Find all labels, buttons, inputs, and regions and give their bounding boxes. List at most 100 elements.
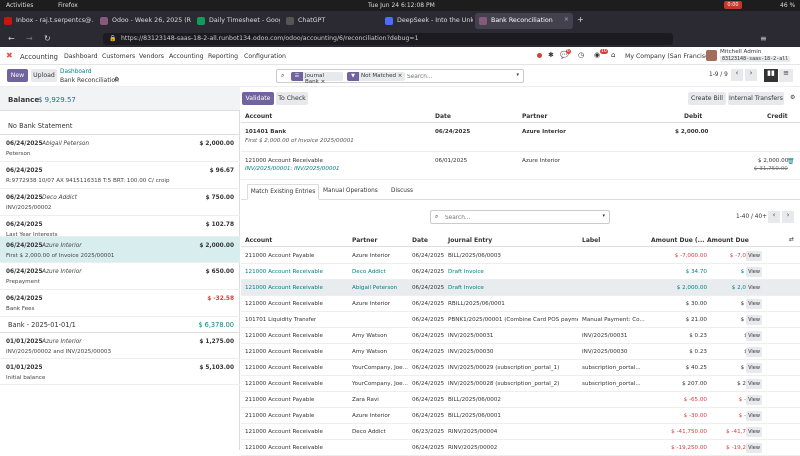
- table-row[interactable]: 211000 Account Payable Azure Interior 06/2…: [241, 408, 800, 424]
- table-row[interactable]: 121000 Account Receivable YourCompany, Jo…: [241, 360, 800, 376]
- new-tab-icon[interactable]: +: [577, 15, 584, 24]
- browser-tab[interactable]: Inbox - raj.t.serpentcs@...: [0, 13, 94, 29]
- reload-icon[interactable]: ↻: [44, 34, 51, 43]
- search-options-toggle[interactable]: ▾: [516, 72, 519, 78]
- close-tab-icon[interactable]: ×: [564, 16, 569, 23]
- view-button[interactable]: View: [746, 251, 762, 261]
- grid-header-due-currency[interactable]: Amount Due (...: [651, 237, 705, 244]
- tab-discuss[interactable]: Discuss: [391, 188, 413, 194]
- table-row[interactable]: 121000 Account Receivable Deco Addict 06/2…: [241, 424, 800, 440]
- back-icon[interactable]: ←: [8, 34, 15, 43]
- grid-header-date[interactable]: Date: [412, 237, 428, 244]
- user-name[interactable]: Mitchell Admin: [720, 49, 761, 55]
- view-button[interactable]: View: [746, 283, 762, 293]
- clock[interactable]: Tue Jun 24 6:12:08 PM: [368, 2, 435, 9]
- view-button[interactable]: View: [746, 315, 762, 325]
- browser-tab[interactable]: Bank Reconciliation ×: [475, 13, 573, 29]
- statement-line[interactable]: 06/24/2025 Azure Interior $ 650.00 Prepayme…: [0, 263, 240, 290]
- pager-prev-icon[interactable]: ‹: [731, 69, 743, 81]
- bug-icon[interactable]: ✱: [548, 51, 554, 59]
- group-no-statement[interactable]: No Bank Statement: [0, 111, 240, 135]
- settings-gear-icon[interactable]: ⚙: [790, 94, 795, 101]
- pager[interactable]: 1-9 / 9: [709, 72, 728, 78]
- table-row[interactable]: 121000 Account Receivable Azure Interior 0…: [241, 296, 800, 312]
- line-receivable-label[interactable]: INV/2025/00001: INV/2025/00001: [245, 166, 340, 172]
- internal-transfers-button[interactable]: Internal Transfers: [728, 92, 784, 105]
- create-bill-button[interactable]: Create Bill: [688, 92, 726, 105]
- entries-prev-icon[interactable]: ‹: [768, 211, 780, 223]
- browser-tab[interactable]: ChatGPT: [282, 13, 379, 29]
- avatar[interactable]: [706, 50, 717, 61]
- search-bar[interactable]: ⌕ ☰ Journal Bank × ▼ Not Matched × ▾: [276, 69, 524, 85]
- forward-icon[interactable]: →: [26, 34, 33, 43]
- list-view-icon[interactable]: ≡: [779, 69, 793, 82]
- statement-line[interactable]: 06/24/2025 $ 96.67 R:9772938 10/07 AX 9415…: [0, 162, 240, 189]
- grid-header-journal[interactable]: Journal Entry: [448, 237, 492, 244]
- statement-line[interactable]: 06/24/2025 Abigail Peterson $ 2,000.00 Pete…: [0, 135, 240, 162]
- view-button[interactable]: View: [746, 267, 762, 277]
- url-input[interactable]: 🔒 https://83123148-saas-18-2-all.runbot1…: [103, 33, 673, 45]
- statement-line[interactable]: 06/24/2025 Azure Interior $ 2,000.00 First …: [0, 237, 240, 263]
- line-receivable[interactable]: 121000 Account Receivable INV/2025/00001…: [241, 153, 800, 180]
- apps-icon[interactable]: ✖: [6, 51, 15, 60]
- table-row[interactable]: 101701 Liquidity Transfer 06/24/2025 PBNK1…: [241, 312, 800, 328]
- line-bank[interactable]: 101401 Bank First $ 2,000.00 of Invoice …: [241, 124, 800, 152]
- view-button[interactable]: View: [746, 363, 762, 373]
- menu-configuration[interactable]: Configuration: [244, 53, 286, 60]
- table-row[interactable]: 121000 Account Receivable YourCompany, Jo…: [241, 376, 800, 392]
- kanban-view-icon[interactable]: ▮▮: [764, 69, 778, 82]
- search-input[interactable]: [407, 72, 507, 81]
- table-row[interactable]: 121000 Account Receivable Amy Watson 06/24…: [241, 328, 800, 344]
- table-row[interactable]: 121000 Account Receivable Amy Watson 06/24…: [241, 344, 800, 360]
- view-button[interactable]: View: [746, 331, 762, 341]
- facet-close-icon[interactable]: ×: [321, 79, 326, 85]
- gear-icon[interactable]: ⚙: [114, 76, 119, 83]
- grid-header-partner[interactable]: Partner: [352, 237, 377, 244]
- entries-search[interactable]: ⌕ ▾: [430, 210, 610, 224]
- validate-button[interactable]: Validate: [242, 92, 274, 105]
- statement-line[interactable]: 06/24/2025 $ -32.58 Bank Fees: [0, 290, 240, 317]
- to-check-button[interactable]: To Check: [276, 92, 308, 105]
- app-name[interactable]: Accounting: [20, 53, 58, 61]
- activities-button[interactable]: Activities: [6, 2, 33, 9]
- group-bank-statement[interactable]: Bank - 2025-01-01/1 $ 6,378.00: [0, 317, 240, 333]
- facet-close-icon[interactable]: ×: [398, 73, 403, 79]
- view-button[interactable]: View: [746, 411, 762, 421]
- tab-manual-operations[interactable]: Manual Operations: [323, 188, 378, 194]
- table-row[interactable]: 121000 Account Receivable Deco Addict 06/2…: [241, 264, 800, 280]
- view-button[interactable]: View: [746, 347, 762, 357]
- view-button[interactable]: View: [746, 443, 762, 453]
- browser-tab[interactable]: DeepSeek - Into the Unkn: [381, 13, 473, 29]
- pager-next-icon[interactable]: ›: [745, 69, 757, 81]
- menu-reporting[interactable]: Reporting: [208, 53, 238, 60]
- grid-header-account[interactable]: Account: [245, 237, 272, 244]
- view-button[interactable]: View: [746, 299, 762, 309]
- clock-icon[interactable]: ◷: [578, 51, 584, 59]
- statement-line[interactable]: 06/24/2025 Deco Addict $ 750.00 INV/2025/00…: [0, 189, 240, 216]
- browser-tab[interactable]: Odoo - Week 26, 2025 (R...: [96, 13, 191, 29]
- table-row[interactable]: 211000 Account Payable Azure Interior 06/2…: [241, 248, 800, 264]
- facet-journal[interactable]: ☰ Journal Bank ×: [291, 72, 343, 85]
- statement-line[interactable]: 06/24/2025 $ 102.78 Last Year Interests: [0, 216, 240, 238]
- entries-search-input[interactable]: [445, 213, 585, 222]
- view-button[interactable]: View: [746, 427, 762, 437]
- table-row[interactable]: 211000 Account Payable Zara Ravi 06/24/202…: [241, 392, 800, 408]
- browser-tab[interactable]: Daily Timesheet - Google: [193, 13, 280, 29]
- entries-pager[interactable]: 1-40 / 40+: [736, 214, 767, 220]
- table-row[interactable]: 121000 Account Receivable 06/24/2025 RINV/…: [241, 440, 800, 456]
- new-button[interactable]: New: [7, 69, 28, 82]
- table-row[interactable]: 121000 Account Receivable Abigail Peterso…: [241, 280, 800, 296]
- entries-next-icon[interactable]: ›: [782, 211, 794, 223]
- grid-header-due[interactable]: Amount Due: [707, 237, 749, 244]
- view-button[interactable]: View: [746, 379, 762, 389]
- breadcrumb-dashboard[interactable]: Dashboard: [60, 69, 91, 75]
- status-dot-icon[interactable]: [537, 53, 542, 58]
- menu-icon[interactable]: ≡: [760, 34, 767, 43]
- trash-icon[interactable]: 🗑: [787, 158, 795, 165]
- view-button[interactable]: View: [746, 395, 762, 405]
- tab-match-existing[interactable]: Match Existing Entries: [247, 184, 319, 200]
- statement-line[interactable]: 01/01/2025 $ 5,103.00 Initial balance: [0, 359, 240, 385]
- statement-line[interactable]: 01/01/2025 Azure Interior $ 1,275.00 INV/20…: [0, 333, 240, 359]
- upload-button[interactable]: Upload: [31, 69, 57, 82]
- menu-vendors[interactable]: Vendors: [139, 53, 164, 60]
